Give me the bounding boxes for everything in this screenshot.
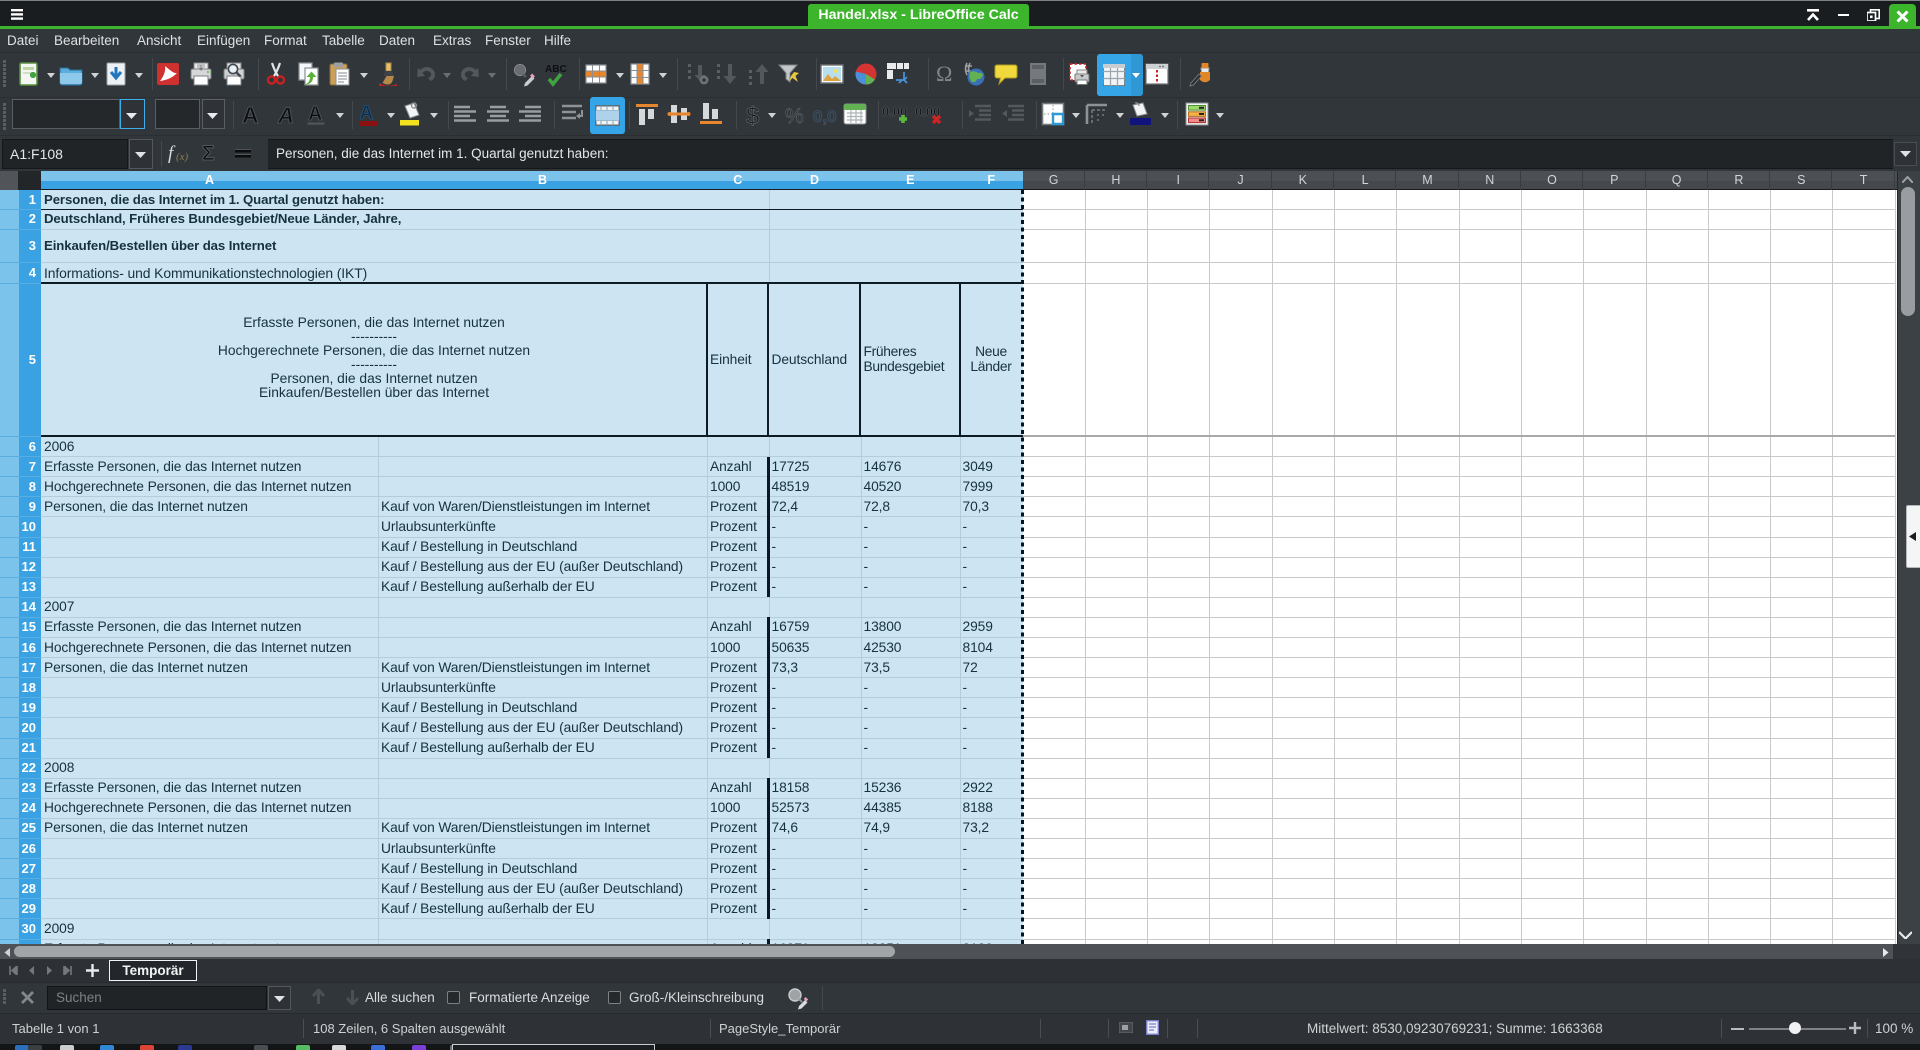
svg-text:Σ: Σ: [202, 142, 215, 164]
svg-text:(x): (x): [176, 151, 189, 163]
svg-text:0,0: 0,0: [813, 107, 837, 126]
svg-text:%: %: [785, 105, 804, 128]
svg-text:A: A: [242, 102, 259, 128]
svg-text:ABC: ABC: [545, 64, 567, 75]
svg-text:Ω: Ω: [936, 62, 952, 86]
svg-text:A: A: [360, 103, 374, 124]
svg-text:f: f: [168, 143, 176, 164]
svg-text:$: $: [746, 103, 759, 128]
svg-text:A: A: [308, 103, 322, 125]
svg-text:A: A: [277, 103, 294, 128]
svg-text:0.00: 0.00: [915, 104, 940, 119]
